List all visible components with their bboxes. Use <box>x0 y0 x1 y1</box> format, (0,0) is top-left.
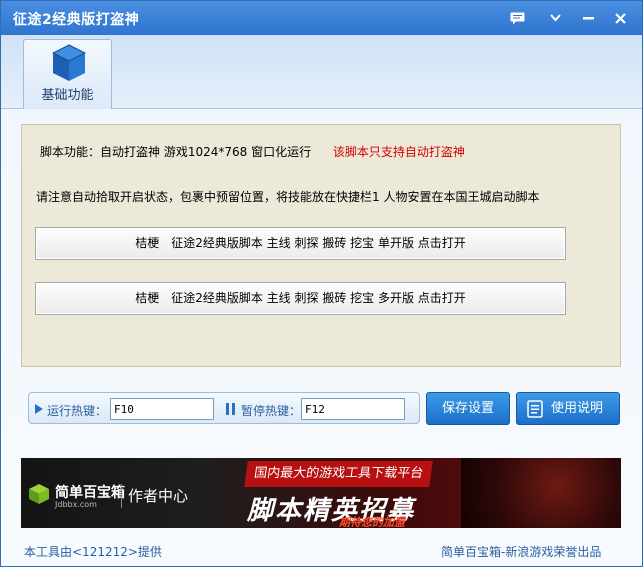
minimize-icon <box>582 16 594 19</box>
ad-banner[interactable]: 简单百宝箱 Jdbbx.com 作者中心 国内最大的游戏工具下载平台 脚本精英招… <box>21 458 621 528</box>
function-text: 脚本功能：自动打盗神 游戏1024*768 窗口化运行 <box>40 145 312 159</box>
banner-brand-url: Jdbbx.com <box>55 500 97 509</box>
minimize-button[interactable] <box>577 8 599 28</box>
menu-button[interactable] <box>544 8 566 28</box>
title-bar: 征途2经典版打盗神 <box>1 1 642 35</box>
toolbar: 基础功能 <box>1 35 642 109</box>
close-button[interactable] <box>609 8 631 28</box>
app-window: 征途2经典版打盗神 基础功能 脚本功能：自动打盗神 游戏1024*768 窗口化… <box>0 0 643 567</box>
hotkey-bar: 运行热键： 暂停热键： <box>28 392 420 424</box>
tab-basic-label: 基础功能 <box>41 88 94 103</box>
banner-slogan-sub: 期待您的加盟 <box>339 516 405 528</box>
pause-hotkey-input[interactable] <box>301 398 405 420</box>
pause-hotkey-label: 暂停热键： <box>241 404 302 418</box>
chat-icon <box>510 12 524 24</box>
play-arrow-icon <box>35 404 43 414</box>
cube-icon <box>52 44 86 81</box>
dropdown-icon <box>549 14 561 22</box>
usage-instructions-label: 使用说明 <box>551 401 604 416</box>
footer-credit-link[interactable]: 简单百宝箱-新浪游戏荣誉出品 <box>441 543 601 560</box>
open-single-version-button[interactable]: 桔梗 征途2经典版脚本 主线 刺探 搬砖 挖宝 单开版 点击打开 <box>35 227 566 260</box>
banner-slogan-top: 国内最大的游戏工具下载平台 <box>244 461 433 487</box>
banner-figure-image <box>461 458 621 528</box>
usage-instructions-button[interactable]: 使用说明 <box>516 392 620 425</box>
pause-icon <box>226 403 235 415</box>
window-title: 征途2经典版打盗神 <box>13 12 140 28</box>
save-settings-button[interactable]: 保存设置 <box>426 392 510 425</box>
run-hotkey-label: 运行热键： <box>47 404 108 418</box>
banner-author-center: 作者中心 <box>128 487 189 505</box>
main-panel: 脚本功能：自动打盗神 游戏1024*768 窗口化运行 该脚本只支持自动打盗神 … <box>21 124 621 367</box>
tab-basic-functions[interactable]: 基础功能 <box>23 39 112 109</box>
jdbbx-logo-icon <box>29 484 49 504</box>
close-icon <box>614 12 626 24</box>
banner-brand: 简单百宝箱 <box>55 485 125 501</box>
notice-text: 请注意自动拾取开启状态，包裹中预留位置，将技能放在快捷栏1 人物安置在本国王城启… <box>36 190 540 204</box>
document-icon <box>527 400 543 418</box>
function-warning: 该脚本只支持自动打盗神 <box>332 145 465 159</box>
banner-divider <box>121 484 122 508</box>
footer-provider-text: 本工具由<121212>提供 <box>24 545 162 559</box>
open-multi-version-button[interactable]: 桔梗 征途2经典版脚本 主线 刺探 搬砖 挖宝 多开版 点击打开 <box>35 282 566 315</box>
function-description: 脚本功能：自动打盗神 游戏1024*768 窗口化运行 该脚本只支持自动打盗神 <box>40 143 465 160</box>
feedback-button[interactable] <box>506 8 528 28</box>
run-hotkey-input[interactable] <box>110 398 214 420</box>
